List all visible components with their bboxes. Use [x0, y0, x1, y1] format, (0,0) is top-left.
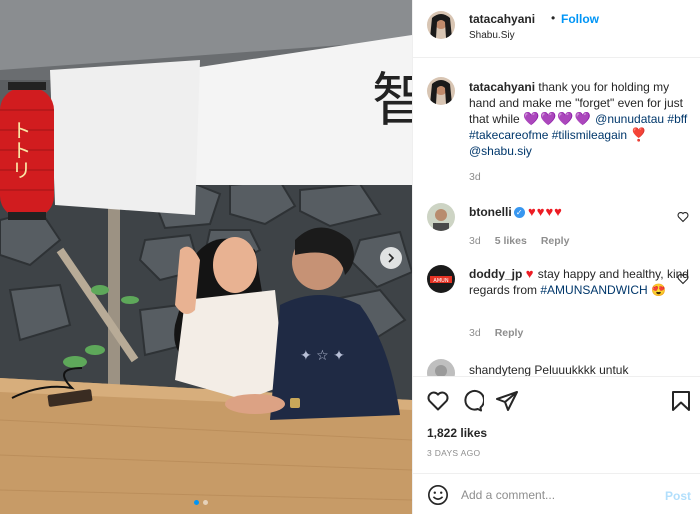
verified-badge-icon: ✓	[513, 207, 525, 218]
caption-meta: 3d	[469, 171, 481, 183]
avatar-image	[427, 359, 455, 376]
comment-text: doddy_jp ♥ stay happy and healthy, kind …	[469, 266, 689, 298]
commenter-avatar[interactable]	[427, 203, 455, 231]
comment-meta: 3d Reply	[469, 327, 523, 339]
heart-eyes-emoji: 😍	[651, 283, 667, 297]
heart-icon[interactable]	[426, 389, 450, 413]
carousel-dot-active	[194, 500, 199, 505]
caption-username[interactable]: tatacahyani	[469, 80, 535, 94]
post-button[interactable]: Post	[665, 489, 691, 503]
post-photo[interactable]: 智 トトリ ✦ ☆ ✦	[0, 0, 412, 514]
comment-icon[interactable]	[460, 389, 484, 413]
lantern-text: トトリ	[8, 120, 32, 180]
avatar-image	[427, 77, 455, 105]
caption-avatar[interactable]	[427, 77, 455, 105]
share-icon[interactable]	[495, 389, 519, 413]
header-separator: •	[551, 11, 556, 25]
post-side-panel: tatacahyani • Follow Shabu.Siy tatacahya…	[412, 0, 700, 514]
comment-text: shandyteng Peluuukkkk untuk	[469, 362, 689, 376]
avatar-image: AMUN	[427, 265, 455, 293]
comment-username[interactable]: doddy_jp	[469, 267, 522, 281]
comment-like-heart-icon[interactable]	[677, 273, 689, 285]
location-link[interactable]: Shabu.Siy	[469, 30, 515, 41]
post-header: tatacahyani • Follow Shabu.Siy	[413, 0, 700, 58]
comment-time[interactable]: 3d	[469, 235, 481, 247]
caption-text: tatacahyani thank you for holding my han…	[469, 79, 689, 159]
follow-button[interactable]: Follow	[561, 12, 599, 26]
carousel-dot	[203, 500, 208, 505]
comment-meta: 3d 5 likes Reply	[469, 235, 569, 247]
comment-body: Peluuukkkk untuk	[534, 363, 629, 376]
comment-username[interactable]: btonelli	[469, 205, 512, 219]
commenter-avatar[interactable]: AMUN	[427, 265, 455, 293]
likes-count[interactable]: 1,822 likes	[427, 426, 487, 440]
comment-likes[interactable]: 5 likes	[495, 235, 527, 247]
comment-like-heart-icon[interactable]	[677, 211, 689, 223]
add-comment-bar: Post	[413, 473, 700, 514]
hashtag-link[interactable]: #AMUNSANDWICH	[540, 283, 647, 297]
heart-emoji: ♥	[525, 266, 535, 281]
banner-text: 智	[372, 66, 412, 134]
mention-link[interactable]: @nunudatau	[595, 112, 664, 126]
chevron-right-icon	[388, 253, 395, 263]
svg-text:AMUN: AMUN	[433, 278, 448, 284]
commenter-avatar[interactable]	[427, 359, 455, 376]
avatar-image	[427, 203, 455, 231]
comment-emojis: ♥♥♥♥	[528, 204, 563, 219]
author-username[interactable]: tatacahyani	[469, 12, 535, 26]
caption-time[interactable]: 3d	[469, 171, 481, 183]
reply-button[interactable]: Reply	[541, 235, 570, 247]
next-photo-button[interactable]	[380, 247, 402, 269]
comment-text: btonelli ✓ ♥♥♥♥	[469, 204, 689, 220]
photo-scene: 智 トトリ ✦ ☆ ✦	[0, 0, 412, 514]
reply-button[interactable]: Reply	[495, 327, 524, 339]
comments-list[interactable]: tatacahyani thank you for holding my han…	[413, 59, 700, 376]
post-date[interactable]: 3 DAYS AGO	[427, 448, 480, 458]
mention-link[interactable]: @shabu.siy	[469, 144, 532, 158]
comment-input[interactable]	[461, 482, 651, 508]
comment-time[interactable]: 3d	[469, 327, 481, 339]
smile-icon[interactable]	[427, 484, 449, 506]
comment-username[interactable]: shandyteng	[469, 363, 531, 376]
action-bar: 1,822 likes 3 DAYS AGO	[413, 376, 700, 488]
svg-text:✦ ☆ ✦: ✦ ☆ ✦	[300, 348, 345, 364]
carousel-indicator	[194, 500, 208, 505]
bookmark-icon[interactable]	[669, 389, 693, 413]
avatar-image	[427, 11, 455, 39]
heart-exclamation: ❣️	[630, 127, 648, 142]
purple-hearts: 💜💜💜💜	[523, 111, 592, 126]
author-avatar[interactable]	[427, 11, 455, 39]
